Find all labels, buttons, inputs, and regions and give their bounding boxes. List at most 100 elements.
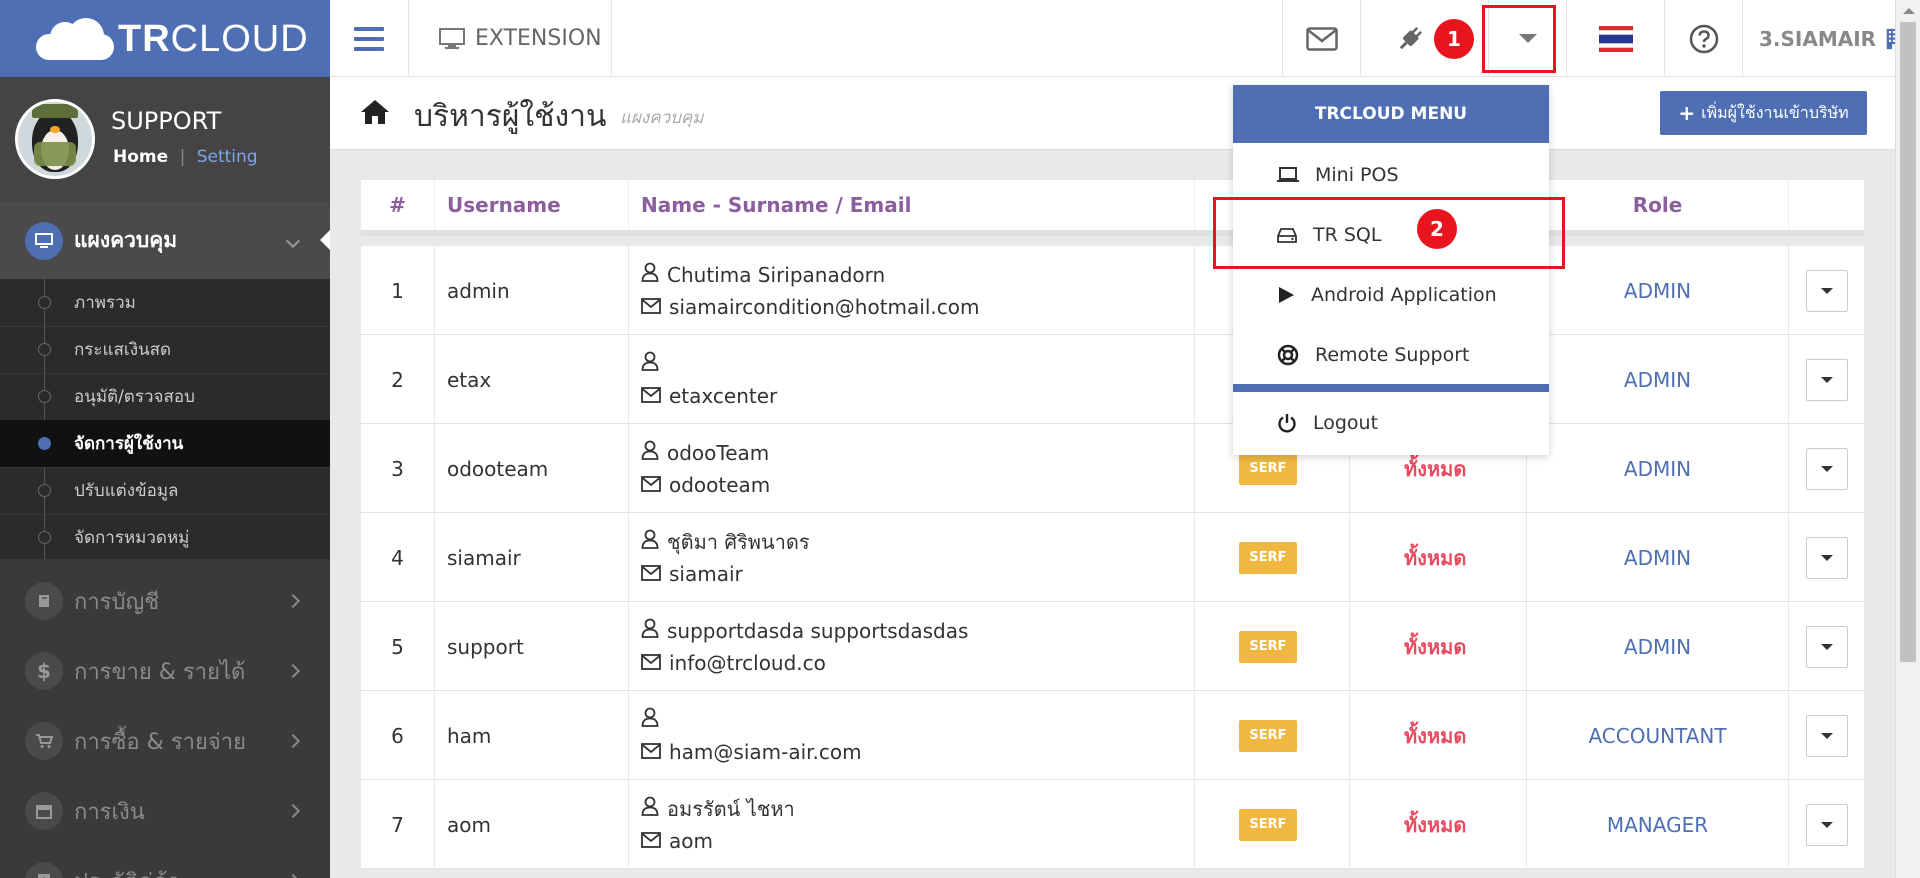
role-label: ADMIN bbox=[1623, 367, 1692, 392]
dashboard-submenu: ภาพรวม กระแสเงินสด อนุมัติ/ตรวจสอบ จัดกา… bbox=[0, 279, 330, 562]
menu-item-remote-support[interactable]: Remote Support bbox=[1233, 325, 1549, 385]
laptop-icon bbox=[1277, 167, 1299, 182]
sidebar-item-purchases[interactable]: การซื้อ & รายจ่าย bbox=[0, 706, 330, 776]
home-link[interactable]: Home bbox=[113, 147, 168, 167]
row-action-button[interactable] bbox=[1805, 625, 1848, 668]
sidebar-item-finance[interactable]: การเงิน bbox=[0, 776, 330, 846]
scroll-up-icon[interactable] bbox=[1903, 8, 1915, 14]
cell-actions bbox=[1789, 335, 1864, 424]
user-icon bbox=[641, 529, 659, 554]
sidebar-item-label: แผงควบคุม bbox=[74, 228, 178, 252]
serf-badge: SERF bbox=[1239, 541, 1297, 574]
add-user-button[interactable]: + เพิ่มผู้ใช้งานเข้าบริษัท bbox=[1660, 91, 1867, 135]
role-label: ADMIN bbox=[1623, 634, 1692, 659]
cell-type: SERF bbox=[1195, 602, 1350, 691]
table-row[interactable]: 4 siamair ชุติมา ศิริพนาดร siamair SERF ทั้งห… bbox=[361, 513, 1864, 602]
bullet-icon bbox=[38, 343, 51, 356]
table-row[interactable]: 7 aom อมรรัตน์ ไชหา aom SERF ทั้งหมด MANAGER bbox=[361, 780, 1864, 869]
table-row[interactable]: 3 odooteam odooTeam odooteam SERF ทั้งหมด ADMI… bbox=[361, 424, 1864, 513]
row-action-button[interactable] bbox=[1805, 447, 1848, 490]
step-badge-1: 1 bbox=[1434, 19, 1474, 59]
brand-logo[interactable]: TRCLOUD bbox=[0, 0, 330, 77]
row-action-button[interactable] bbox=[1805, 269, 1848, 312]
cell-actions bbox=[1789, 691, 1864, 780]
submenu-item-data-settings[interactable]: ปรับแต่งข้อมูล bbox=[0, 467, 330, 515]
submenu-item-overview[interactable]: ภาพรวม bbox=[0, 279, 330, 327]
sidebar-item-accounting[interactable]: การบัญชี bbox=[0, 566, 330, 636]
extension-label: EXTENSION bbox=[475, 26, 602, 51]
cell-type: SERF bbox=[1195, 513, 1350, 602]
help-button[interactable] bbox=[1664, 0, 1742, 77]
cell-role: ADMIN bbox=[1527, 513, 1789, 602]
menu-item-android-app[interactable]: Android Application bbox=[1233, 265, 1549, 325]
row-action-button[interactable] bbox=[1805, 714, 1848, 757]
user-fullname: อมรรัตน์ ไชหา bbox=[667, 796, 795, 821]
company-name: 3.SIAMAIR bbox=[1759, 26, 1877, 51]
extension-button[interactable]: EXTENSION bbox=[408, 0, 612, 77]
chevron-right-icon bbox=[285, 873, 301, 878]
monitor-icon bbox=[25, 221, 63, 260]
setting-link[interactable]: Setting bbox=[197, 147, 258, 167]
cell-type: SERF bbox=[1195, 780, 1350, 869]
col-header-username[interactable]: Username bbox=[435, 180, 629, 230]
hamburger-menu-button[interactable] bbox=[330, 0, 408, 77]
user-fullname: Chutima Siripanadorn bbox=[667, 262, 886, 287]
company-selector[interactable]: 3.SIAMAIR bbox=[1742, 0, 1902, 77]
col-header-role[interactable]: Role bbox=[1527, 180, 1789, 230]
lifebuoy-icon bbox=[1277, 344, 1299, 366]
submenu-item-cashflow[interactable]: กระแสเงินสด bbox=[0, 326, 330, 374]
serf-badge: SERF bbox=[1239, 630, 1297, 663]
user-email: siamair bbox=[669, 561, 743, 586]
cell-number: 1 bbox=[361, 246, 435, 335]
cell-username: admin bbox=[435, 246, 629, 335]
cell-number: 5 bbox=[361, 602, 435, 691]
breadcrumb[interactable]: แผงควบคุม bbox=[620, 104, 704, 131]
row-action-button[interactable] bbox=[1805, 803, 1848, 846]
cell-number: 2 bbox=[361, 335, 435, 424]
submenu-item-user-management[interactable]: จัดการผู้ใช้งาน bbox=[0, 420, 330, 468]
user-email: info@trcloud.co bbox=[669, 650, 826, 675]
highlight-box-tr-sql bbox=[1213, 197, 1565, 269]
sidebar-item-label: การซื้อ & รายจ่าย bbox=[74, 729, 246, 755]
row-action-button[interactable] bbox=[1805, 358, 1848, 401]
cell-actions bbox=[1789, 513, 1864, 602]
scope-label: ทั้งหมด bbox=[1404, 456, 1467, 481]
caret-down-icon bbox=[1820, 732, 1833, 739]
table-row[interactable]: 1 admin Chutima Siripanadorn siamairconditi… bbox=[361, 246, 1864, 335]
home-icon[interactable] bbox=[360, 99, 390, 125]
table-row[interactable]: 2 etax etaxcenter ADMIN bbox=[361, 335, 1864, 424]
page-scrollbar[interactable] bbox=[1895, 0, 1920, 878]
col-header-name[interactable]: Name - Surname / Email bbox=[629, 180, 1195, 230]
user-icon bbox=[641, 796, 659, 821]
brand-name: TRCLOUD bbox=[118, 18, 309, 60]
scrollbar-thumb[interactable] bbox=[1900, 22, 1916, 662]
row-action-button[interactable] bbox=[1805, 536, 1848, 579]
envelope-icon bbox=[1305, 26, 1338, 51]
avatar[interactable] bbox=[15, 99, 95, 179]
scope-label: ทั้งหมด bbox=[1404, 812, 1467, 837]
envelope-icon bbox=[641, 562, 661, 586]
envelope-icon bbox=[641, 829, 661, 853]
language-selector[interactable] bbox=[1566, 0, 1664, 77]
book-icon bbox=[25, 582, 63, 620]
submenu-item-categories[interactable]: จัดการหมวดหมู่ bbox=[0, 514, 330, 562]
submenu-item-approval[interactable]: อนุมัติ/ตรวจสอบ bbox=[0, 373, 330, 421]
envelope-icon bbox=[641, 473, 661, 497]
user-icon bbox=[641, 707, 659, 732]
user-fullname: ชุติมา ศิริพนาดร bbox=[667, 529, 810, 554]
mail-button[interactable] bbox=[1282, 0, 1360, 77]
menu-item-mini-pos[interactable]: Mini POS bbox=[1233, 145, 1549, 205]
sidebar: SUPPORT Home | Setting แผงควบคุม ภาพรวม … bbox=[0, 77, 330, 878]
sidebar-item-sales[interactable]: $ การขาย & รายได้ bbox=[0, 636, 330, 706]
table-row[interactable]: 5 support supportdasda supportsdasdas info@… bbox=[361, 602, 1864, 691]
envelope-icon bbox=[641, 740, 661, 764]
table-row[interactable]: 6 ham ham@siam-air.com SERF ทั้งหมด ACCOUNTAN… bbox=[361, 691, 1864, 780]
hamburger-icon bbox=[354, 26, 384, 51]
thai-flag-icon bbox=[1598, 25, 1633, 52]
cell-username: support bbox=[435, 602, 629, 691]
menu-item-logout[interactable]: Logout bbox=[1233, 393, 1549, 453]
cell-username: siamair bbox=[435, 513, 629, 602]
cell-role: ADMIN bbox=[1527, 424, 1789, 513]
sidebar-item-dashboard[interactable]: แผงควบคุม bbox=[0, 202, 330, 279]
sidebar-item-partner-history[interactable]: ประวัติคู่ค้า bbox=[0, 846, 330, 878]
